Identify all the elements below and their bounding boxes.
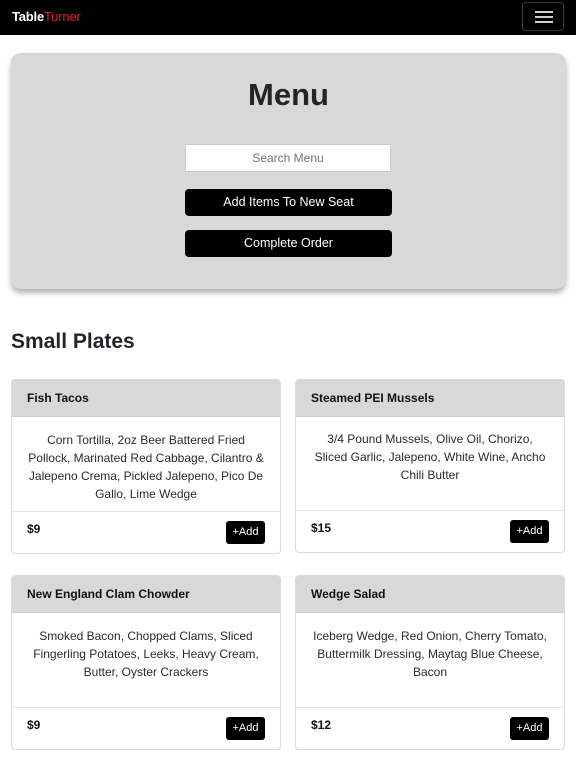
menu-item-description: Corn Tortilla, 2oz Beer Battered Fried P… (12, 417, 280, 512)
menu-item-card: New England Clam Chowder Smoked Bacon, C… (11, 575, 281, 750)
add-item-button[interactable]: +Add (510, 520, 549, 543)
add-item-button[interactable]: +Add (510, 717, 549, 740)
menu-item-price: $9 (27, 718, 41, 732)
complete-order-button[interactable]: Complete Order (185, 230, 392, 257)
menu-toggle-button[interactable] (522, 2, 564, 31)
menu-item-description: Smoked Bacon, Chopped Clams, Sliced Fing… (12, 613, 280, 708)
search-input[interactable] (185, 144, 391, 172)
section-title: Small Plates (11, 330, 135, 353)
menu-item-name: New England Clam Chowder (12, 576, 280, 613)
menu-item-price: $9 (27, 522, 41, 536)
menu-header-panel: Menu Add Items To New Seat Complete Orde… (11, 53, 566, 289)
menu-item-footer: $9 +Add (12, 708, 280, 749)
menu-item-price: $12 (311, 718, 332, 732)
top-navbar: TableTurner (0, 0, 576, 35)
page-title: Menu (248, 77, 329, 112)
brand-logo[interactable]: TableTurner (12, 10, 81, 24)
brand-part1: Table (12, 9, 44, 24)
add-item-button[interactable]: +Add (226, 717, 265, 740)
menu-item-footer: $12 +Add (296, 708, 564, 749)
brand-part2: Turner (44, 9, 81, 24)
add-items-to-new-seat-button[interactable]: Add Items To New Seat (185, 189, 392, 216)
menu-item-name: Wedge Salad (296, 576, 564, 613)
menu-item-footer: $15 +Add (296, 511, 564, 552)
menu-item-name: Fish Tacos (12, 380, 280, 417)
menu-item-name: Steamed PEI Mussels (296, 380, 564, 417)
menu-item-card: Fish Tacos Corn Tortilla, 2oz Beer Batte… (11, 379, 281, 554)
menu-item-description: Iceberg Wedge, Red Onion, Cherry Tomato,… (296, 613, 564, 708)
menu-item-footer: $9 +Add (12, 512, 280, 553)
menu-item-price: $15 (311, 521, 332, 535)
add-item-button[interactable]: +Add (226, 521, 265, 544)
menu-item-card: Wedge Salad Iceberg Wedge, Red Onion, Ch… (295, 575, 565, 750)
menu-item-description: 3/4 Pound Mussels, Olive Oil, Chorizo, S… (296, 417, 564, 511)
menu-item-card: Steamed PEI Mussels 3/4 Pound Mussels, O… (295, 379, 565, 553)
